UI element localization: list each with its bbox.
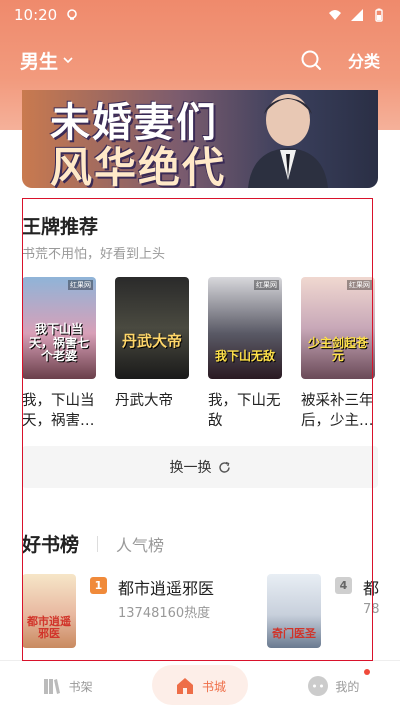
wifi-icon	[329, 10, 341, 20]
rank-number-badge: 1	[90, 577, 107, 594]
battery-icon	[375, 8, 383, 22]
refresh-button[interactable]: 换一换	[22, 446, 378, 488]
recommend-subtitle: 书荒不用怕，好看到上头	[22, 247, 166, 262]
book-card[interactable]: 丹武大帝 丹武大帝	[115, 277, 193, 431]
bookshelf-icon	[43, 679, 60, 694]
book-cover: 丹武大帝	[115, 277, 189, 379]
recommend-book-list: 红果网 我下山当天，祸害七个老婆 我，下山当天，祸害… 丹武大帝 丹武大帝 红果…	[22, 277, 378, 437]
book-name: 丹武大帝	[115, 393, 173, 409]
notification-dot	[363, 669, 370, 675]
rank-list-item[interactable]: 奇门医圣 4 都 78	[267, 574, 400, 648]
status-bar: 10:20	[0, 0, 400, 30]
rank-book-cover: 都市逍遥邪医	[22, 574, 76, 648]
tab-popular[interactable]: 人气榜	[116, 532, 164, 556]
rank-book-cover: 奇门医圣	[267, 574, 321, 648]
channel-selector[interactable]: 男生	[20, 47, 74, 74]
cover-tag: 红果网	[254, 280, 279, 290]
book-name: 被采补三年后，少主…	[301, 393, 374, 429]
promo-banner[interactable]: 未婚妻们 风华绝代	[22, 90, 378, 188]
tab-divider	[97, 535, 99, 552]
banner-character-image	[248, 94, 328, 188]
cover-title: 少主剑起苍元	[307, 335, 368, 363]
classify-button[interactable]: 分类	[348, 48, 380, 72]
rank-cover-title: 都市逍遥邪医	[27, 614, 71, 640]
chevron-down-icon	[63, 57, 73, 64]
book-name: 我，下山当天，祸害…	[22, 393, 95, 429]
bottom-navigation: 书架 书城 我的	[0, 660, 400, 711]
book-card[interactable]: 红果网 少主剑起苍元 被采补三年后，少主…	[301, 277, 378, 431]
cover-title: 我下山当天，祸害七个老婆	[28, 322, 89, 363]
book-card[interactable]: 红果网 我下山当天，祸害七个老婆 我，下山当天，祸害…	[22, 277, 100, 431]
cover-title: 我下山无敌	[214, 348, 275, 363]
rank-heat: 13748160热度	[118, 606, 211, 621]
refresh-label: 换一换	[169, 460, 212, 476]
rank-book-name: 都	[363, 579, 380, 598]
search-icon[interactable]	[300, 49, 322, 71]
recommend-title: 王牌推荐	[22, 216, 99, 238]
book-card[interactable]: 红果网 我下山无敌 我，下山无敌	[208, 277, 286, 431]
cover-tag: 红果网	[347, 280, 372, 290]
rank-book-name: 都市逍遥邪医	[118, 579, 215, 598]
nav-label: 书城	[201, 679, 226, 694]
rank-number-badge: 4	[335, 577, 352, 594]
rank-list-item[interactable]: 都市逍遥邪医 1 都市逍遥邪医 13748160热度	[22, 574, 252, 648]
book-name: 我，下山无敌	[208, 393, 281, 429]
channel-label: 男生	[20, 50, 59, 73]
book-cover: 红果网 我下山当天，祸害七个老婆	[22, 277, 96, 379]
top-header: 男生 分类	[0, 40, 400, 80]
nav-label: 书架	[68, 679, 93, 694]
book-cover: 红果网 我下山无敌	[208, 277, 282, 379]
book-cover: 红果网 少主剑起苍元	[301, 277, 375, 379]
nav-label: 我的	[335, 679, 360, 694]
home-icon	[176, 678, 193, 694]
nav-bookshelf[interactable]: 书架	[0, 661, 133, 711]
cover-title: 丹武大帝	[121, 331, 182, 350]
refresh-icon	[218, 461, 230, 473]
nav-profile[interactable]: 我的	[267, 661, 400, 711]
nav-bookstore[interactable]: 书城	[133, 661, 266, 711]
profile-icon	[308, 676, 329, 696]
notification-icon	[67, 9, 78, 20]
banner-title-line2: 风华绝代	[50, 143, 227, 188]
rank-heat: 78	[363, 602, 380, 617]
nav-active-indicator	[151, 665, 248, 705]
status-time: 10:20	[14, 6, 58, 24]
cover-tag: 红果网	[68, 280, 93, 290]
rank-cover-title: 奇门医圣	[272, 626, 316, 640]
tab-good-books[interactable]: 好书榜	[22, 530, 79, 557]
ranking-tabs: 好书榜 人气榜	[22, 530, 164, 557]
signal-icon	[351, 9, 363, 21]
